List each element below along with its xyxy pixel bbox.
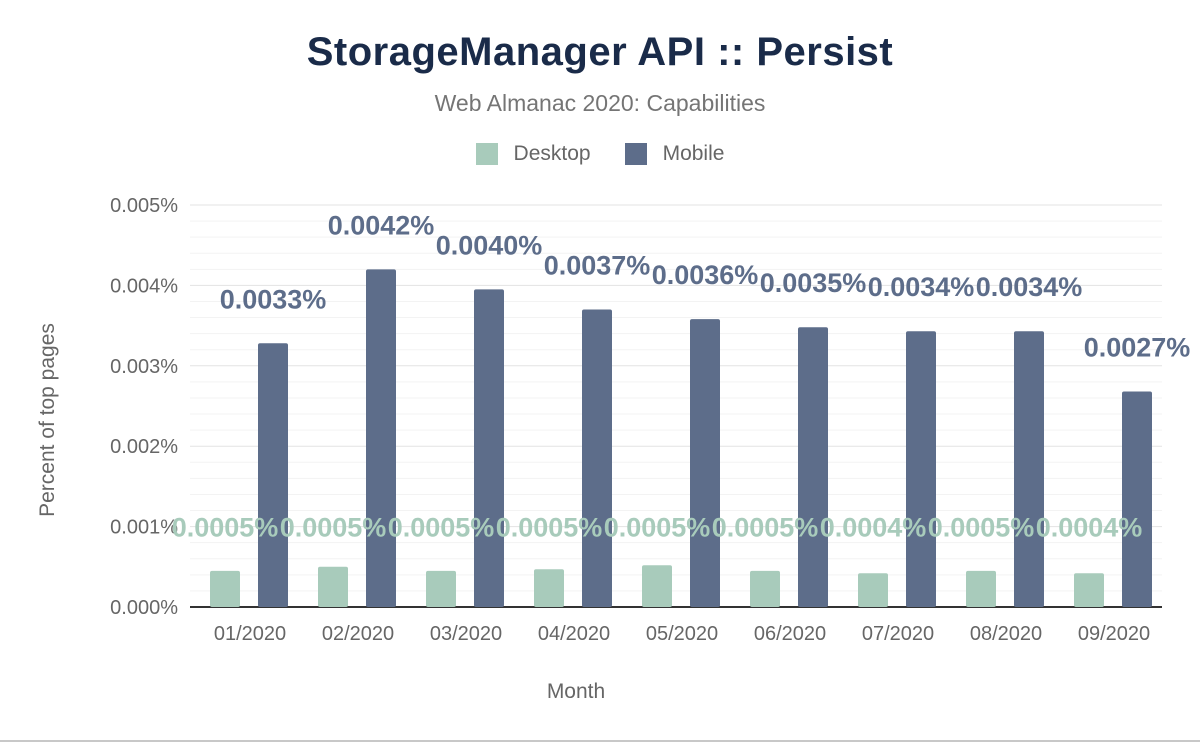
x-tick-label: 03/2020: [430, 623, 502, 645]
data-label-mobile: 0.0027%: [1084, 333, 1191, 363]
y-axis-title: Percent of top pages: [36, 323, 59, 517]
data-label-desktop: 0.0004%: [1036, 513, 1143, 543]
x-tick-label: 02/2020: [322, 623, 394, 645]
bar-mobile: [690, 319, 720, 607]
bar-mobile: [798, 327, 828, 607]
bar-mobile: [1014, 331, 1044, 607]
bar-desktop: [642, 565, 672, 607]
data-label-desktop: 0.0004%: [820, 513, 927, 543]
bar-desktop: [318, 566, 348, 607]
data-label-desktop: 0.0005%: [928, 513, 1035, 543]
data-label-desktop: 0.0005%: [496, 513, 603, 543]
data-label-mobile: 0.0037%: [544, 251, 651, 281]
bar-chart: 0.000% 0.001% 0.002% 0.003% 0.004% 0.005% 01/2…: [36, 195, 1191, 703]
bar-mobile: [366, 269, 396, 607]
data-label-mobile: 0.0042%: [328, 210, 435, 240]
bar-desktop: [426, 570, 456, 607]
y-tick-label: 0.004%: [110, 275, 178, 297]
x-tick-label: 04/2020: [538, 623, 610, 645]
y-tick-label: 0.002%: [110, 436, 178, 458]
data-label-mobile: 0.0033%: [220, 284, 327, 314]
x-axis-title: Month: [547, 680, 605, 703]
data-label-mobile: 0.0035%: [760, 268, 867, 298]
data-label-desktop: 0.0005%: [172, 513, 279, 543]
x-tick-label: 07/2020: [862, 623, 934, 645]
x-tick-label: 01/2020: [214, 623, 286, 645]
x-tick-label: 06/2020: [754, 623, 826, 645]
bar-mobile: [582, 309, 612, 607]
data-label-mobile: 0.0034%: [976, 272, 1083, 302]
data-label-desktop: 0.0005%: [712, 513, 819, 543]
bar-mobile: [1122, 391, 1152, 607]
bar-desktop: [210, 570, 240, 607]
data-label-mobile: 0.0036%: [652, 260, 759, 290]
bar-mobile: [258, 343, 288, 607]
y-tick-label: 0.001%: [110, 517, 178, 539]
x-tick-label: 05/2020: [646, 623, 718, 645]
data-label-mobile: 0.0040%: [436, 230, 543, 260]
data-label-desktop: 0.0005%: [604, 513, 711, 543]
bar-mobile: [906, 331, 936, 607]
bar-desktop: [1074, 573, 1104, 607]
data-label-desktop: 0.0005%: [280, 513, 387, 543]
bar-desktop: [534, 569, 564, 607]
bar-desktop: [750, 570, 780, 607]
bar-desktop: [966, 570, 996, 607]
y-tick-label: 0.005%: [110, 195, 178, 217]
data-label-mobile: 0.0034%: [868, 272, 975, 302]
y-tick-label: 0.003%: [110, 356, 178, 378]
data-label-desktop: 0.0005%: [388, 513, 495, 543]
x-tick-label: 08/2020: [970, 623, 1042, 645]
bar-desktop: [858, 573, 888, 607]
x-tick-label: 09/2020: [1078, 623, 1150, 645]
bar-mobile: [474, 289, 504, 607]
y-tick-label: 0.000%: [110, 597, 178, 619]
